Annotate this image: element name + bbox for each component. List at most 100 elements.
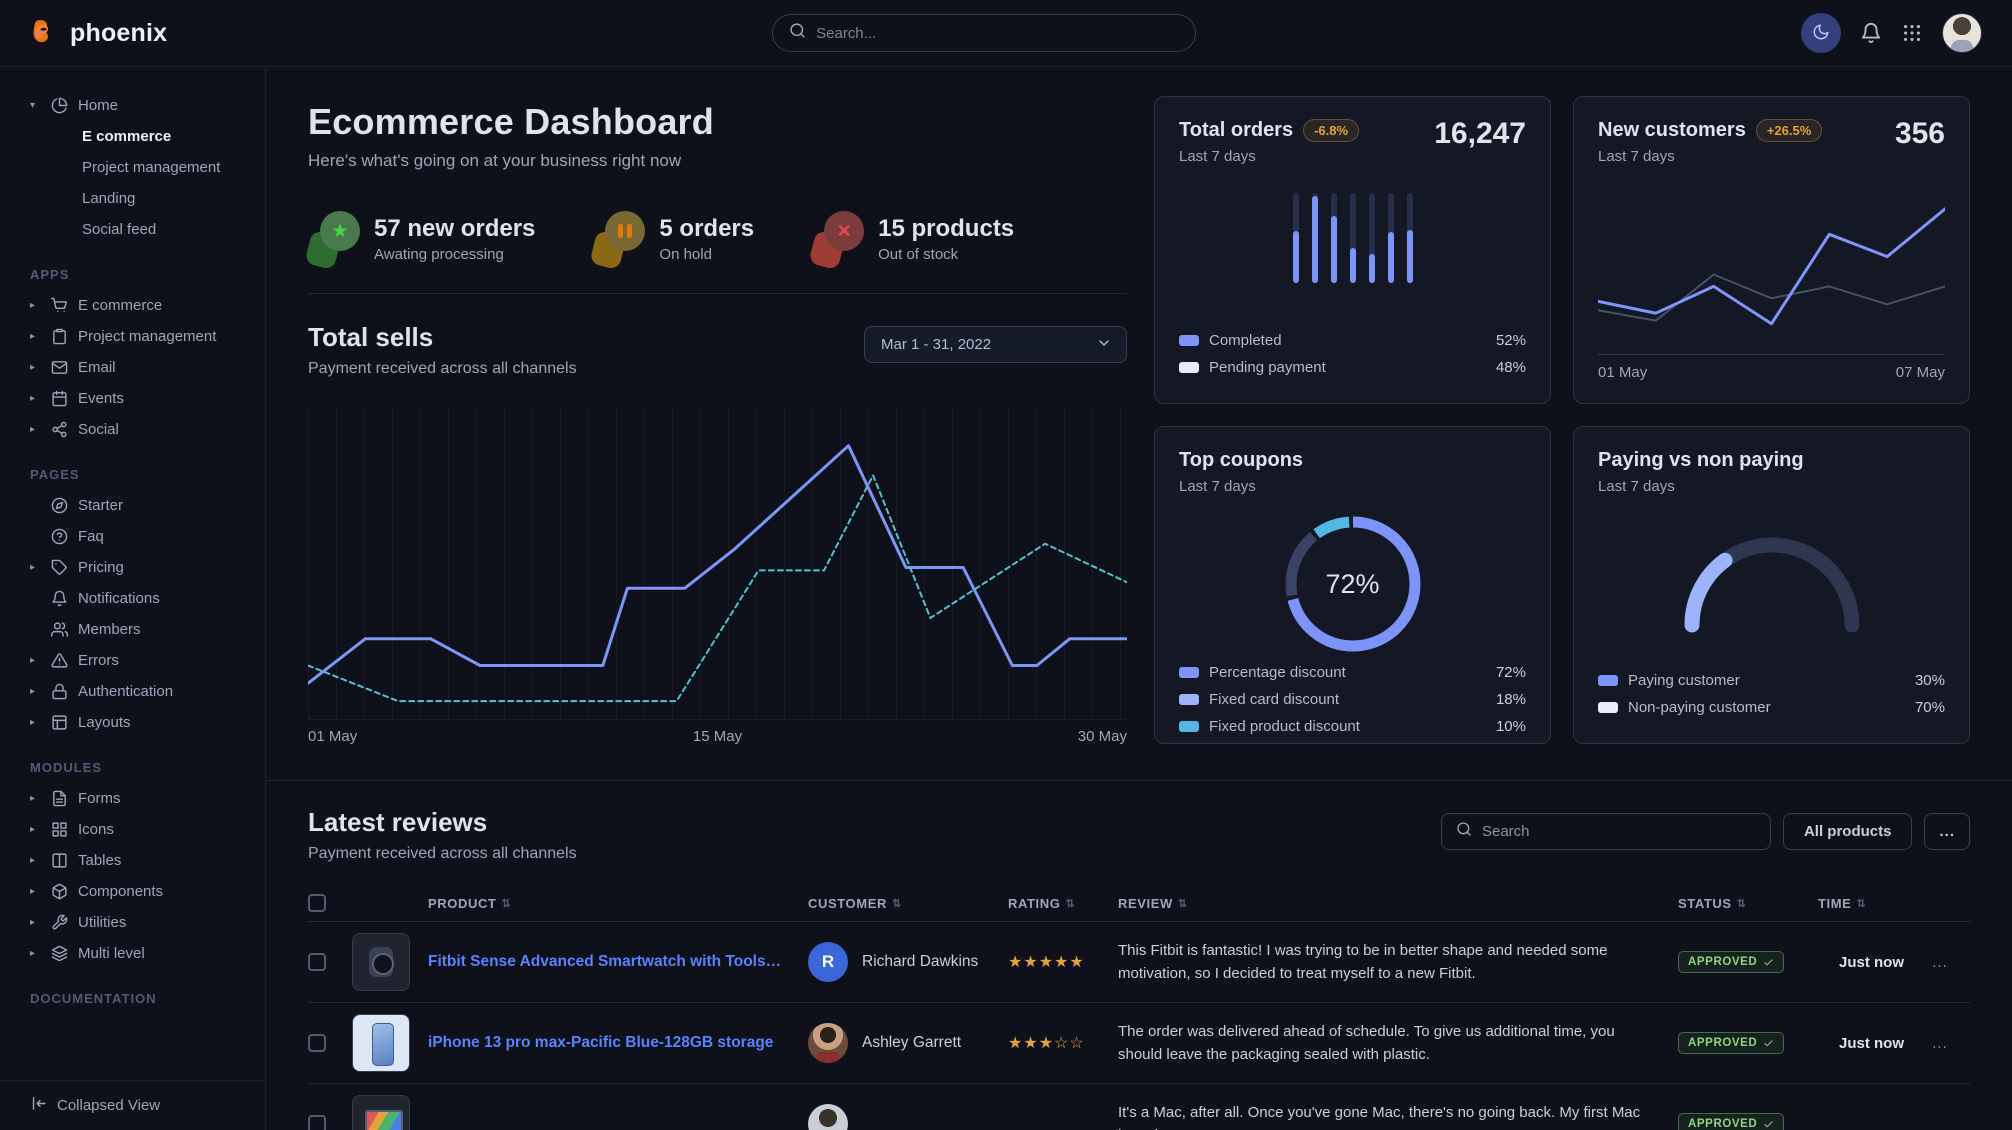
x-tick: 01 May [1598,364,1647,381]
sidebar-subitem-landing[interactable]: Landing [30,183,253,214]
column-header-review[interactable]: REVIEW⇅ [1118,896,1678,911]
star-icon: ★ [308,211,360,267]
search-icon [789,22,806,44]
sidebar-item-multi-level[interactable]: ▸Multi level [30,938,253,969]
sidebar-subitem-e-commerce[interactable]: E commerce [30,121,253,152]
column-header-customer[interactable]: CUSTOMER⇅ [808,896,1008,911]
help-icon [51,528,68,545]
reviews-more-button[interactable]: ... [1924,813,1970,850]
row-checkbox[interactable] [308,953,326,971]
caret-icon: ▸ [30,393,42,404]
product-link[interactable]: iPhone 13 pro max-Pacific Blue-128GB sto… [428,1034,808,1052]
sidebar-item-errors[interactable]: ▸Errors [30,645,253,676]
sidebar-item-pricing[interactable]: ▸Pricing [30,552,253,583]
theme-toggle-button[interactable] [1801,13,1841,53]
sidebar-item-starter[interactable]: Starter [30,490,253,521]
collapse-sidebar-button[interactable]: Collapsed View [0,1080,265,1130]
stat-new-orders: ★ 57 new orders Awating processing [308,211,535,267]
sidebar-subitem-project-management[interactable]: Project management [30,152,253,183]
column-header-time[interactable]: TIME⇅ [1818,896,1910,911]
app-grid-icon[interactable] [1901,22,1923,44]
customer-cell[interactable]: RRichard Dawkins [808,942,1008,982]
sidebar-item-e-commerce[interactable]: ▸ E commerce [30,290,253,321]
customer-cell[interactable]: Ashley Garrett [808,1023,1008,1063]
reviews-search[interactable] [1441,813,1771,850]
order-bar [1331,193,1337,283]
legend-row: Pending payment48% [1179,354,1526,381]
product-thumbnail[interactable] [352,933,410,991]
sidebar-item-label: Utilities [78,914,126,931]
orders-bar-chart[interactable] [1179,193,1526,283]
caret-icon: ▸ [30,886,42,897]
sidebar-item-events[interactable]: ▸Events [30,383,253,414]
sidebar-item-project-management[interactable]: ▸Project management [30,321,253,352]
global-search[interactable] [772,14,1196,52]
sidebar-item-utilities[interactable]: ▸Utilities [30,907,253,938]
sidebar-item-notifications[interactable]: Notifications [30,583,253,614]
caret-icon: ▾ [30,100,42,111]
user-avatar[interactable] [1942,13,1982,53]
row-checkbox[interactable] [308,1115,326,1130]
customer-cell[interactable] [808,1104,1008,1130]
column-header-product[interactable]: PRODUCT⇅ [428,896,808,911]
layout-icon [51,714,69,731]
cart-icon [51,297,68,314]
sidebar-item-home[interactable]: ▾Home [30,90,253,121]
sidebar-item-label: Authentication [78,683,173,700]
sidebar-item-members[interactable]: Members [30,614,253,645]
layout-icon [51,714,68,731]
row-checkbox[interactable] [308,1034,326,1052]
sidebar-item-faq[interactable]: Faq [30,521,253,552]
product-link[interactable]: Fitbit Sense Advanced Smartwatch with To… [428,953,808,971]
reviews-table: PRODUCT⇅CUSTOMER⇅RATING⇅REVIEW⇅STATUS⇅TI… [308,885,1970,1130]
sidebar-item-components[interactable]: ▸Components [30,876,253,907]
stat-sub: Awating processing [374,246,535,263]
customer-avatar: R [808,942,848,982]
global-search-input[interactable] [816,25,1179,42]
row-menu-button[interactable]: ... [1932,954,1948,971]
total-orders-card: Total orders -6.8% Last 7 days 16,247 Co… [1154,96,1551,404]
date-range-select[interactable]: Mar 1 - 31, 2022 [864,326,1127,363]
x-tick: 07 May [1896,364,1945,381]
status-cell: APPROVED [1678,1113,1818,1130]
sidebar-item-layouts[interactable]: ▸Layouts [30,707,253,738]
sidebar-item-tables[interactable]: ▸Tables [30,845,253,876]
x-tick: 15 May [693,728,742,745]
x-icon: ✕ [812,211,864,267]
stat-on-hold: 5 orders On hold [593,211,754,267]
clipboard-icon [51,328,69,345]
reviews-search-input[interactable] [1482,823,1756,840]
x-tick: 30 May [1078,728,1127,745]
column-header-rating[interactable]: RATING⇅ [1008,896,1118,911]
paying-gauge-chart[interactable] [1672,525,1872,637]
sidebar-item-forms[interactable]: ▸Forms [30,783,253,814]
row-menu-button[interactable]: ... [1932,1035,1948,1052]
sidebar-item-email[interactable]: ▸Email [30,352,253,383]
sidebar-item-authentication[interactable]: ▸Authentication [30,676,253,707]
sidebar-item-social[interactable]: ▸Social [30,414,253,445]
latest-reviews-title: Latest reviews [308,807,577,838]
table-row: Fitbit Sense Advanced Smartwatch with To… [308,922,1970,1003]
sidebar-subitem-social-feed[interactable]: Social feed [30,214,253,245]
legend-label: Completed [1209,332,1282,349]
total-sells-chart[interactable] [308,408,1127,720]
coupons-donut-chart[interactable]: 72% [1278,509,1428,659]
column-header-status[interactable]: STATUS⇅ [1678,896,1818,911]
product-thumbnail[interactable] [352,1095,410,1130]
legend-label: Pending payment [1209,359,1326,376]
new-customers-chart[interactable] [1598,191,1945,350]
all-products-button[interactable]: All products [1783,813,1913,850]
reviews-table-header: PRODUCT⇅CUSTOMER⇅RATING⇅REVIEW⇅STATUS⇅TI… [308,885,1970,922]
caret-icon: ▸ [30,300,42,311]
product-thumbnail[interactable] [352,1014,410,1072]
brand[interactable]: phoenix [30,18,167,48]
legend-value: 70% [1915,699,1945,716]
card-period: Last 7 days [1598,478,1804,495]
notifications-bell-icon[interactable] [1860,22,1882,44]
select-all-checkbox[interactable] [308,894,326,912]
sidebar-item-label: E commerce [78,297,162,314]
stat-sub: On hold [659,246,754,263]
sidebar-section-modules: MODULES [30,760,253,775]
sidebar-item-icons[interactable]: ▸Icons [30,814,253,845]
table-row: It's a Mac, after all. Once you've gone … [308,1084,1970,1130]
